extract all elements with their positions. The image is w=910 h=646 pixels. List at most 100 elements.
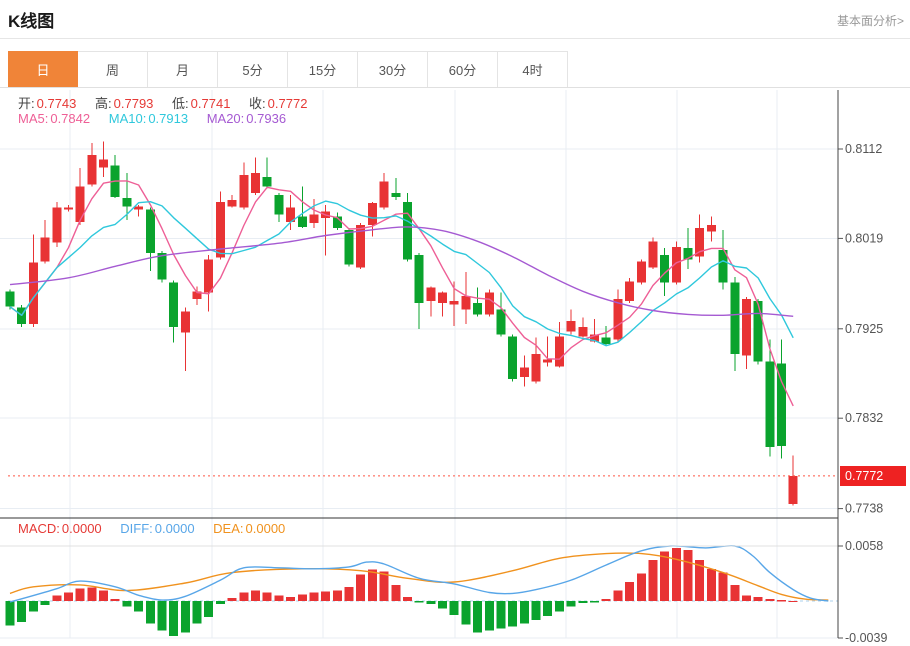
macd-bar [193, 601, 202, 624]
macd-bar [403, 597, 412, 601]
macd-bar [613, 591, 622, 601]
candle [122, 198, 131, 207]
macd-bar [555, 601, 564, 611]
candle [239, 175, 248, 208]
candle [520, 367, 529, 377]
macd-bar [497, 601, 506, 629]
price-axis-label: 0.7832 [845, 411, 883, 425]
price-axis-label: 0.7925 [845, 322, 883, 336]
tab-60min[interactable]: 60分 [428, 51, 498, 87]
macd-bar [204, 601, 213, 617]
candle [146, 210, 155, 253]
macd-bar [426, 601, 435, 604]
macd-bar [719, 573, 728, 601]
candle [754, 301, 763, 362]
macd-bar [660, 552, 669, 601]
candle [87, 155, 96, 185]
grid-layer [0, 90, 838, 638]
macd-bar [450, 601, 459, 615]
candle [450, 301, 459, 305]
price-axis-label: 0.8019 [845, 231, 883, 245]
candle [602, 338, 611, 345]
tab-15min[interactable]: 15分 [288, 51, 358, 87]
candle [730, 283, 739, 354]
kline-chart[interactable]: 0.81120.80190.79250.78320.77380.0058-0.0… [0, 90, 910, 646]
tab-5min[interactable]: 5分 [218, 51, 288, 87]
header: K线图 基本面分析> [0, 0, 910, 39]
candle [497, 310, 506, 335]
candle [532, 354, 541, 382]
candle [345, 230, 354, 265]
svg-text:0.7772: 0.7772 [845, 469, 883, 483]
macd-bar [567, 601, 576, 607]
macd-bar [87, 588, 96, 601]
macd-bar [286, 597, 295, 601]
macd-bar [415, 601, 424, 603]
candle [461, 296, 470, 310]
macd-bar [29, 601, 38, 611]
macd-bar [134, 601, 143, 611]
tab-30min[interactable]: 30分 [358, 51, 428, 87]
fundamental-analysis-link[interactable]: 基本面分析> [837, 12, 904, 29]
candle [707, 225, 716, 232]
candle [637, 262, 646, 283]
candle [309, 214, 318, 223]
macd-bar [742, 595, 751, 601]
macd-bar [648, 560, 657, 601]
candle [415, 255, 424, 303]
macd-bar [777, 600, 786, 602]
macd-axis-label: -0.0039 [845, 631, 887, 645]
candle [169, 283, 178, 327]
candle [403, 202, 412, 260]
macd-bar [485, 601, 494, 630]
candle [134, 207, 143, 210]
tab-week[interactable]: 周 [78, 51, 148, 87]
macd-bar [765, 599, 774, 601]
candle [543, 360, 552, 363]
macd-bar [391, 585, 400, 601]
candle [391, 193, 400, 197]
macd-bar [590, 601, 599, 603]
candle [263, 177, 272, 187]
candle [6, 291, 15, 306]
candles-layer[interactable] [6, 141, 798, 505]
candle [742, 299, 751, 356]
candle [578, 327, 587, 337]
candle [251, 173, 260, 193]
candle [76, 187, 85, 223]
tab-month[interactable]: 月 [148, 51, 218, 87]
candle [625, 282, 634, 301]
candle [41, 238, 50, 262]
macd-bar [228, 598, 237, 601]
macd-bar [438, 601, 447, 609]
candle [438, 292, 447, 303]
macd-bar [274, 595, 283, 601]
candle [298, 216, 307, 227]
candle [789, 476, 798, 504]
candle [426, 288, 435, 302]
tab-day[interactable]: 日 [8, 51, 78, 87]
candle [555, 337, 564, 367]
candle [660, 255, 669, 283]
macd-bar [321, 592, 330, 602]
macd-bar [380, 572, 389, 601]
macd-bar [17, 601, 26, 622]
chart-svg[interactable]: 0.81120.80190.79250.78320.77380.0058-0.0… [0, 90, 910, 646]
macd-bar [64, 593, 73, 602]
macd-bar [368, 570, 377, 601]
macd-bar [263, 593, 272, 602]
macd-bar [602, 599, 611, 601]
price-axis-label: 0.8112 [845, 142, 882, 156]
macd-bar [543, 601, 552, 616]
macd-bar [146, 601, 155, 624]
macd-bar [356, 575, 365, 602]
macd-bar [41, 601, 50, 605]
macd-bar [76, 589, 85, 601]
macd-histogram [6, 548, 798, 636]
macd-bar [637, 574, 646, 602]
tab-4hour[interactable]: 4时 [498, 51, 568, 87]
candle [380, 182, 389, 208]
candle [648, 241, 657, 267]
macd-bar [345, 587, 354, 601]
macd-bar [461, 601, 470, 625]
